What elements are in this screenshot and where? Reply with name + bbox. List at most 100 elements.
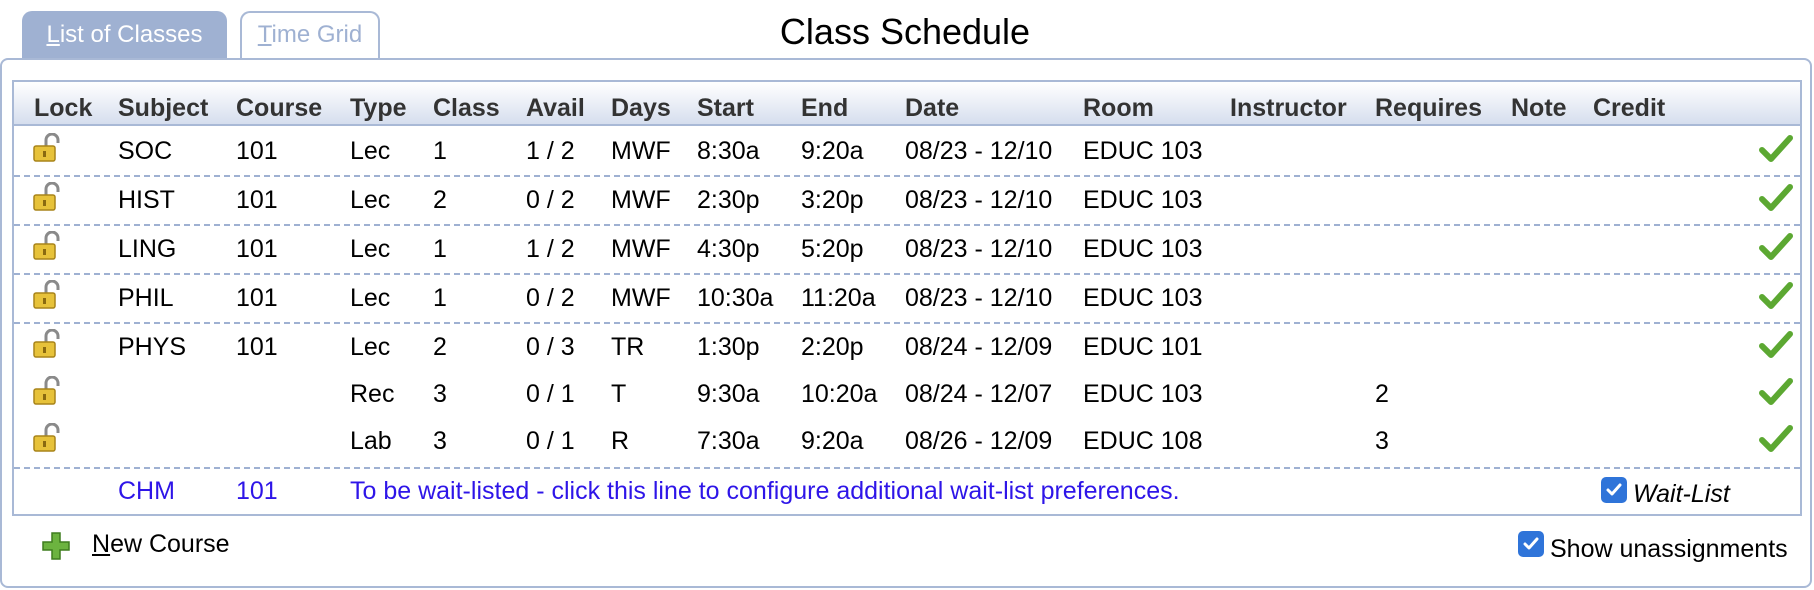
cell-date: 08/24 - 12/09 <box>905 333 1053 361</box>
unlocked-padlock-icon[interactable] <box>33 231 61 261</box>
cell-room: EDUC 103 <box>1083 380 1203 408</box>
col-lock[interactable]: Lock <box>34 86 92 130</box>
waitlist-message[interactable]: To be wait-listed - click this line to c… <box>350 475 1180 507</box>
cell-class: 3 <box>433 380 447 408</box>
cell-date: 08/26 - 12/09 <box>905 427 1053 455</box>
cell-requires: 3 <box>1375 427 1389 455</box>
cell-course: 101 <box>236 186 278 214</box>
tab-list-of-classes[interactable]: List of Classes <box>22 11 227 59</box>
checkmark-icon <box>1759 233 1793 260</box>
cell-room: EDUC 101 <box>1083 333 1203 361</box>
checkmark-icon <box>1759 135 1793 162</box>
unlocked-padlock-icon[interactable] <box>33 329 61 359</box>
col-requires[interactable]: Requires <box>1375 86 1482 130</box>
col-type[interactable]: Type <box>350 86 407 130</box>
col-note[interactable]: Note <box>1511 86 1567 130</box>
cell-class: 3 <box>433 427 447 455</box>
unlocked-padlock-icon[interactable] <box>33 376 61 406</box>
tab-time-grid[interactable]: Time Grid <box>240 11 380 59</box>
cell-avail: 1 / 2 <box>526 137 575 165</box>
cell-date: 08/23 - 12/10 <box>905 235 1053 263</box>
cell-end: 9:20a <box>801 427 864 455</box>
col-instructor[interactable]: Instructor <box>1230 86 1347 130</box>
unlocked-padlock-icon[interactable] <box>33 423 61 453</box>
cell-room: EDUC 103 <box>1083 137 1203 165</box>
cell-type: Rec <box>350 380 395 408</box>
cell-course: 101 <box>236 137 278 165</box>
cell-start: 1:30p <box>697 333 760 361</box>
cell-date: 08/23 - 12/10 <box>905 284 1053 312</box>
unlocked-padlock-icon[interactable] <box>33 182 61 212</box>
cell-type: Lec <box>350 284 391 312</box>
row-separator <box>14 224 1800 226</box>
unlocked-padlock-icon[interactable] <box>33 280 61 310</box>
tab-list-label: ist of Classes <box>59 21 203 48</box>
cell-days: MWF <box>611 137 671 165</box>
row-separator <box>14 273 1800 275</box>
cell-class: 2 <box>433 333 447 361</box>
cell-type: Lab <box>350 427 392 455</box>
cell-days: T <box>611 380 627 408</box>
cell-room: EDUC 108 <box>1083 427 1203 455</box>
cell-days: TR <box>611 333 645 361</box>
waitlist-checkbox[interactable] <box>1601 477 1627 503</box>
col-avail[interactable]: Avail <box>526 86 585 130</box>
cell-avail: 1 / 2 <box>526 235 575 263</box>
waitlist-course[interactable]: 101 <box>236 475 278 507</box>
checkmark-icon <box>1759 425 1793 452</box>
cell-date: 08/23 - 12/10 <box>905 137 1053 165</box>
col-course[interactable]: Course <box>236 86 322 130</box>
show-unassignments-label[interactable]: Show unassignments <box>1550 533 1788 565</box>
checkmark-icon <box>1759 282 1793 309</box>
col-class[interactable]: Class <box>433 86 500 130</box>
cell-subject: PHIL <box>118 284 174 312</box>
cell-room: EDUC 103 <box>1083 284 1203 312</box>
cell-end: 3:20p <box>801 186 864 214</box>
cell-type: Lec <box>350 137 391 165</box>
cell-start: 9:30a <box>697 380 760 408</box>
col-date[interactable]: Date <box>905 86 959 130</box>
tab-list-mnemonic: L <box>46 21 60 48</box>
cell-start: 2:30p <box>697 186 760 214</box>
cell-date: 08/24 - 12/07 <box>905 380 1053 408</box>
col-credit[interactable]: Credit <box>1593 86 1665 130</box>
cell-days: MWF <box>611 235 671 263</box>
cell-start: 4:30p <box>697 235 760 263</box>
cell-end: 11:20a <box>801 284 876 312</box>
unlocked-padlock-icon[interactable] <box>33 133 61 163</box>
cell-subject: LING <box>118 235 177 263</box>
cell-start: 7:30a <box>697 427 760 455</box>
page-title: Class Schedule <box>779 11 1031 52</box>
cell-days: MWF <box>611 186 671 214</box>
checkbox-check-icon <box>1606 483 1622 496</box>
col-days[interactable]: Days <box>611 86 671 130</box>
cell-avail: 0 / 1 <box>526 427 575 455</box>
cell-days: MWF <box>611 284 671 312</box>
cell-start: 8:30a <box>697 137 760 165</box>
waitlist-checkbox-label[interactable]: Wait-List <box>1633 478 1730 510</box>
cell-type: Lec <box>350 235 391 263</box>
row-separator <box>14 175 1800 177</box>
cell-start: 10:30a <box>697 284 774 312</box>
waitlist-subject[interactable]: CHM <box>118 475 175 507</box>
cell-avail: 0 / 2 <box>526 186 575 214</box>
cell-end: 5:20p <box>801 235 864 263</box>
cell-avail: 0 / 2 <box>526 284 575 312</box>
cell-requires: 2 <box>1375 380 1389 408</box>
cell-days: R <box>611 427 630 455</box>
checkmark-icon <box>1759 378 1793 405</box>
plus-icon[interactable] <box>41 531 71 561</box>
col-room[interactable]: Room <box>1083 86 1154 130</box>
cell-end: 10:20a <box>801 380 878 408</box>
col-end[interactable]: End <box>801 86 848 130</box>
col-subject[interactable]: Subject <box>118 86 208 130</box>
show-unassignments-checkbox[interactable] <box>1518 531 1544 557</box>
cell-subject: SOC <box>118 137 173 165</box>
cell-room: EDUC 103 <box>1083 235 1203 263</box>
col-start[interactable]: Start <box>697 86 754 130</box>
cell-class: 1 <box>433 235 447 263</box>
cell-type: Lec <box>350 333 391 361</box>
checkmark-icon <box>1759 331 1793 358</box>
cell-room: EDUC 103 <box>1083 186 1203 214</box>
new-course-button[interactable]: New Course <box>92 528 230 560</box>
